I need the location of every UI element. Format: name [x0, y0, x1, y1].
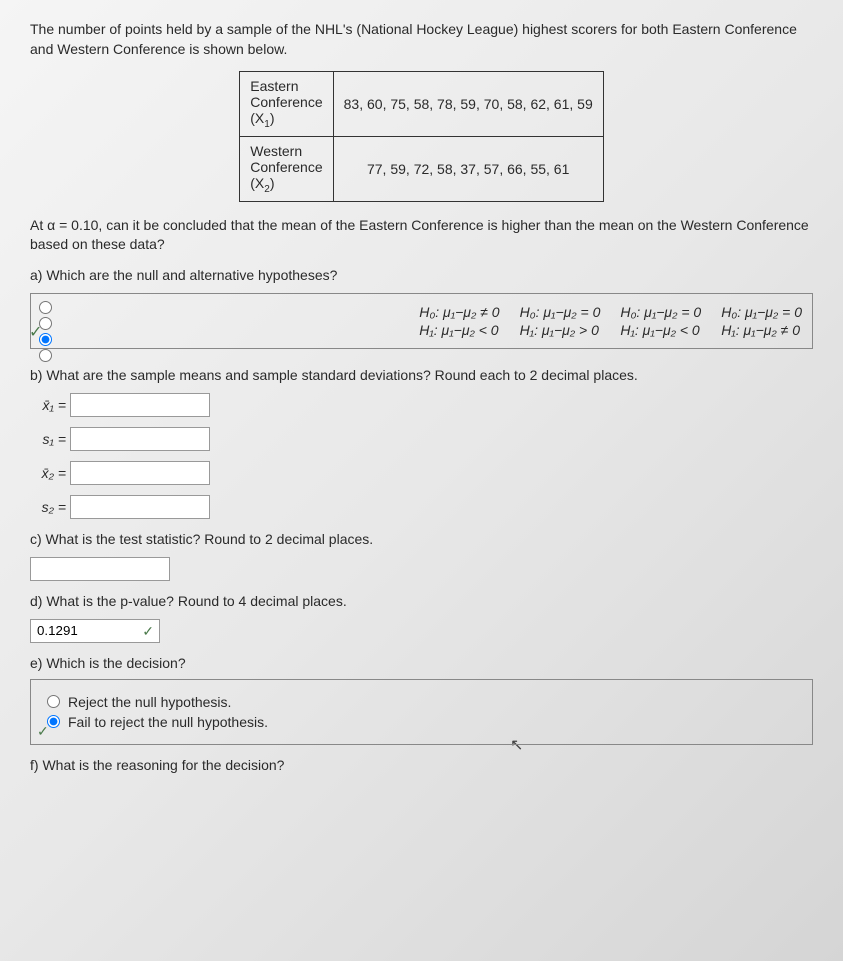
x1bar-label: x̄₁ = [30, 397, 70, 413]
east-data: 83, 60, 75, 58, 78, 59, 70, 58, 62, 61, … [333, 72, 603, 137]
radio-reject[interactable] [47, 695, 60, 708]
part-c-label: c) What is the test statistic? Round to … [30, 531, 813, 547]
part-b-label: b) What are the sample means and sample … [30, 367, 813, 383]
s1-input[interactable] [70, 427, 210, 451]
radio-fail-reject[interactable] [47, 715, 60, 728]
alpha-question: At α = 0.10, can it be concluded that th… [30, 216, 813, 255]
check-icon: ✓ [37, 723, 49, 740]
west-label: WesternConference(X2) [240, 136, 333, 201]
problem-intro: The number of points held by a sample of… [30, 20, 813, 59]
radio-option-4[interactable] [39, 349, 52, 362]
hypothesis-options: H₀: μ₁−μ₂ ≠ 0 H₁: μ₁−μ₂ < 0 H₀: μ₁−μ₂ = … [30, 293, 813, 349]
hyp-option-1-text: H₀: μ₁−μ₂ = 0 H₁: μ₁−μ₂ ≠ 0 [721, 304, 802, 338]
part-d-label: d) What is the p-value? Round to 4 decim… [30, 593, 813, 609]
x2bar-label: x̄₂ = [30, 465, 70, 481]
hyp-option-4-text: H₀: μ₁−μ₂ ≠ 0 H₁: μ₁−μ₂ < 0 [419, 304, 499, 338]
s1-label: s₁ = [30, 431, 70, 447]
part-a-label: a) Which are the null and alternative hy… [30, 267, 813, 283]
hyp-option-3-text: H₀: μ₁−μ₂ = 0 H₁: μ₁−μ₂ > 0 [520, 304, 601, 338]
fail-reject-label: Fail to reject the null hypothesis. [68, 714, 268, 730]
decision-options: Reject the null hypothesis. Fail to reje… [30, 679, 813, 745]
s2-label: s₂ = [30, 499, 70, 515]
check-icon: ✓ [142, 623, 154, 640]
reject-label: Reject the null hypothesis. [68, 694, 231, 710]
x1bar-input[interactable] [70, 393, 210, 417]
east-label: EasternConference(X1) [240, 72, 333, 137]
part-f-label: f) What is the reasoning for the decisio… [30, 757, 813, 773]
hyp-option-2-text: H₀: μ₁−μ₂ = 0 H₁: μ₁−μ₂ < 0 [620, 304, 701, 338]
part-e-label: e) Which is the decision? [30, 655, 813, 671]
west-data: 77, 59, 72, 58, 37, 57, 66, 55, 61 [333, 136, 603, 201]
check-icon: ✓ [29, 322, 42, 342]
test-statistic-input[interactable] [30, 557, 170, 581]
pvalue-input[interactable] [30, 619, 160, 643]
x2bar-input[interactable] [70, 461, 210, 485]
s2-input[interactable] [70, 495, 210, 519]
data-table: EasternConference(X1) 83, 60, 75, 58, 78… [239, 71, 603, 202]
